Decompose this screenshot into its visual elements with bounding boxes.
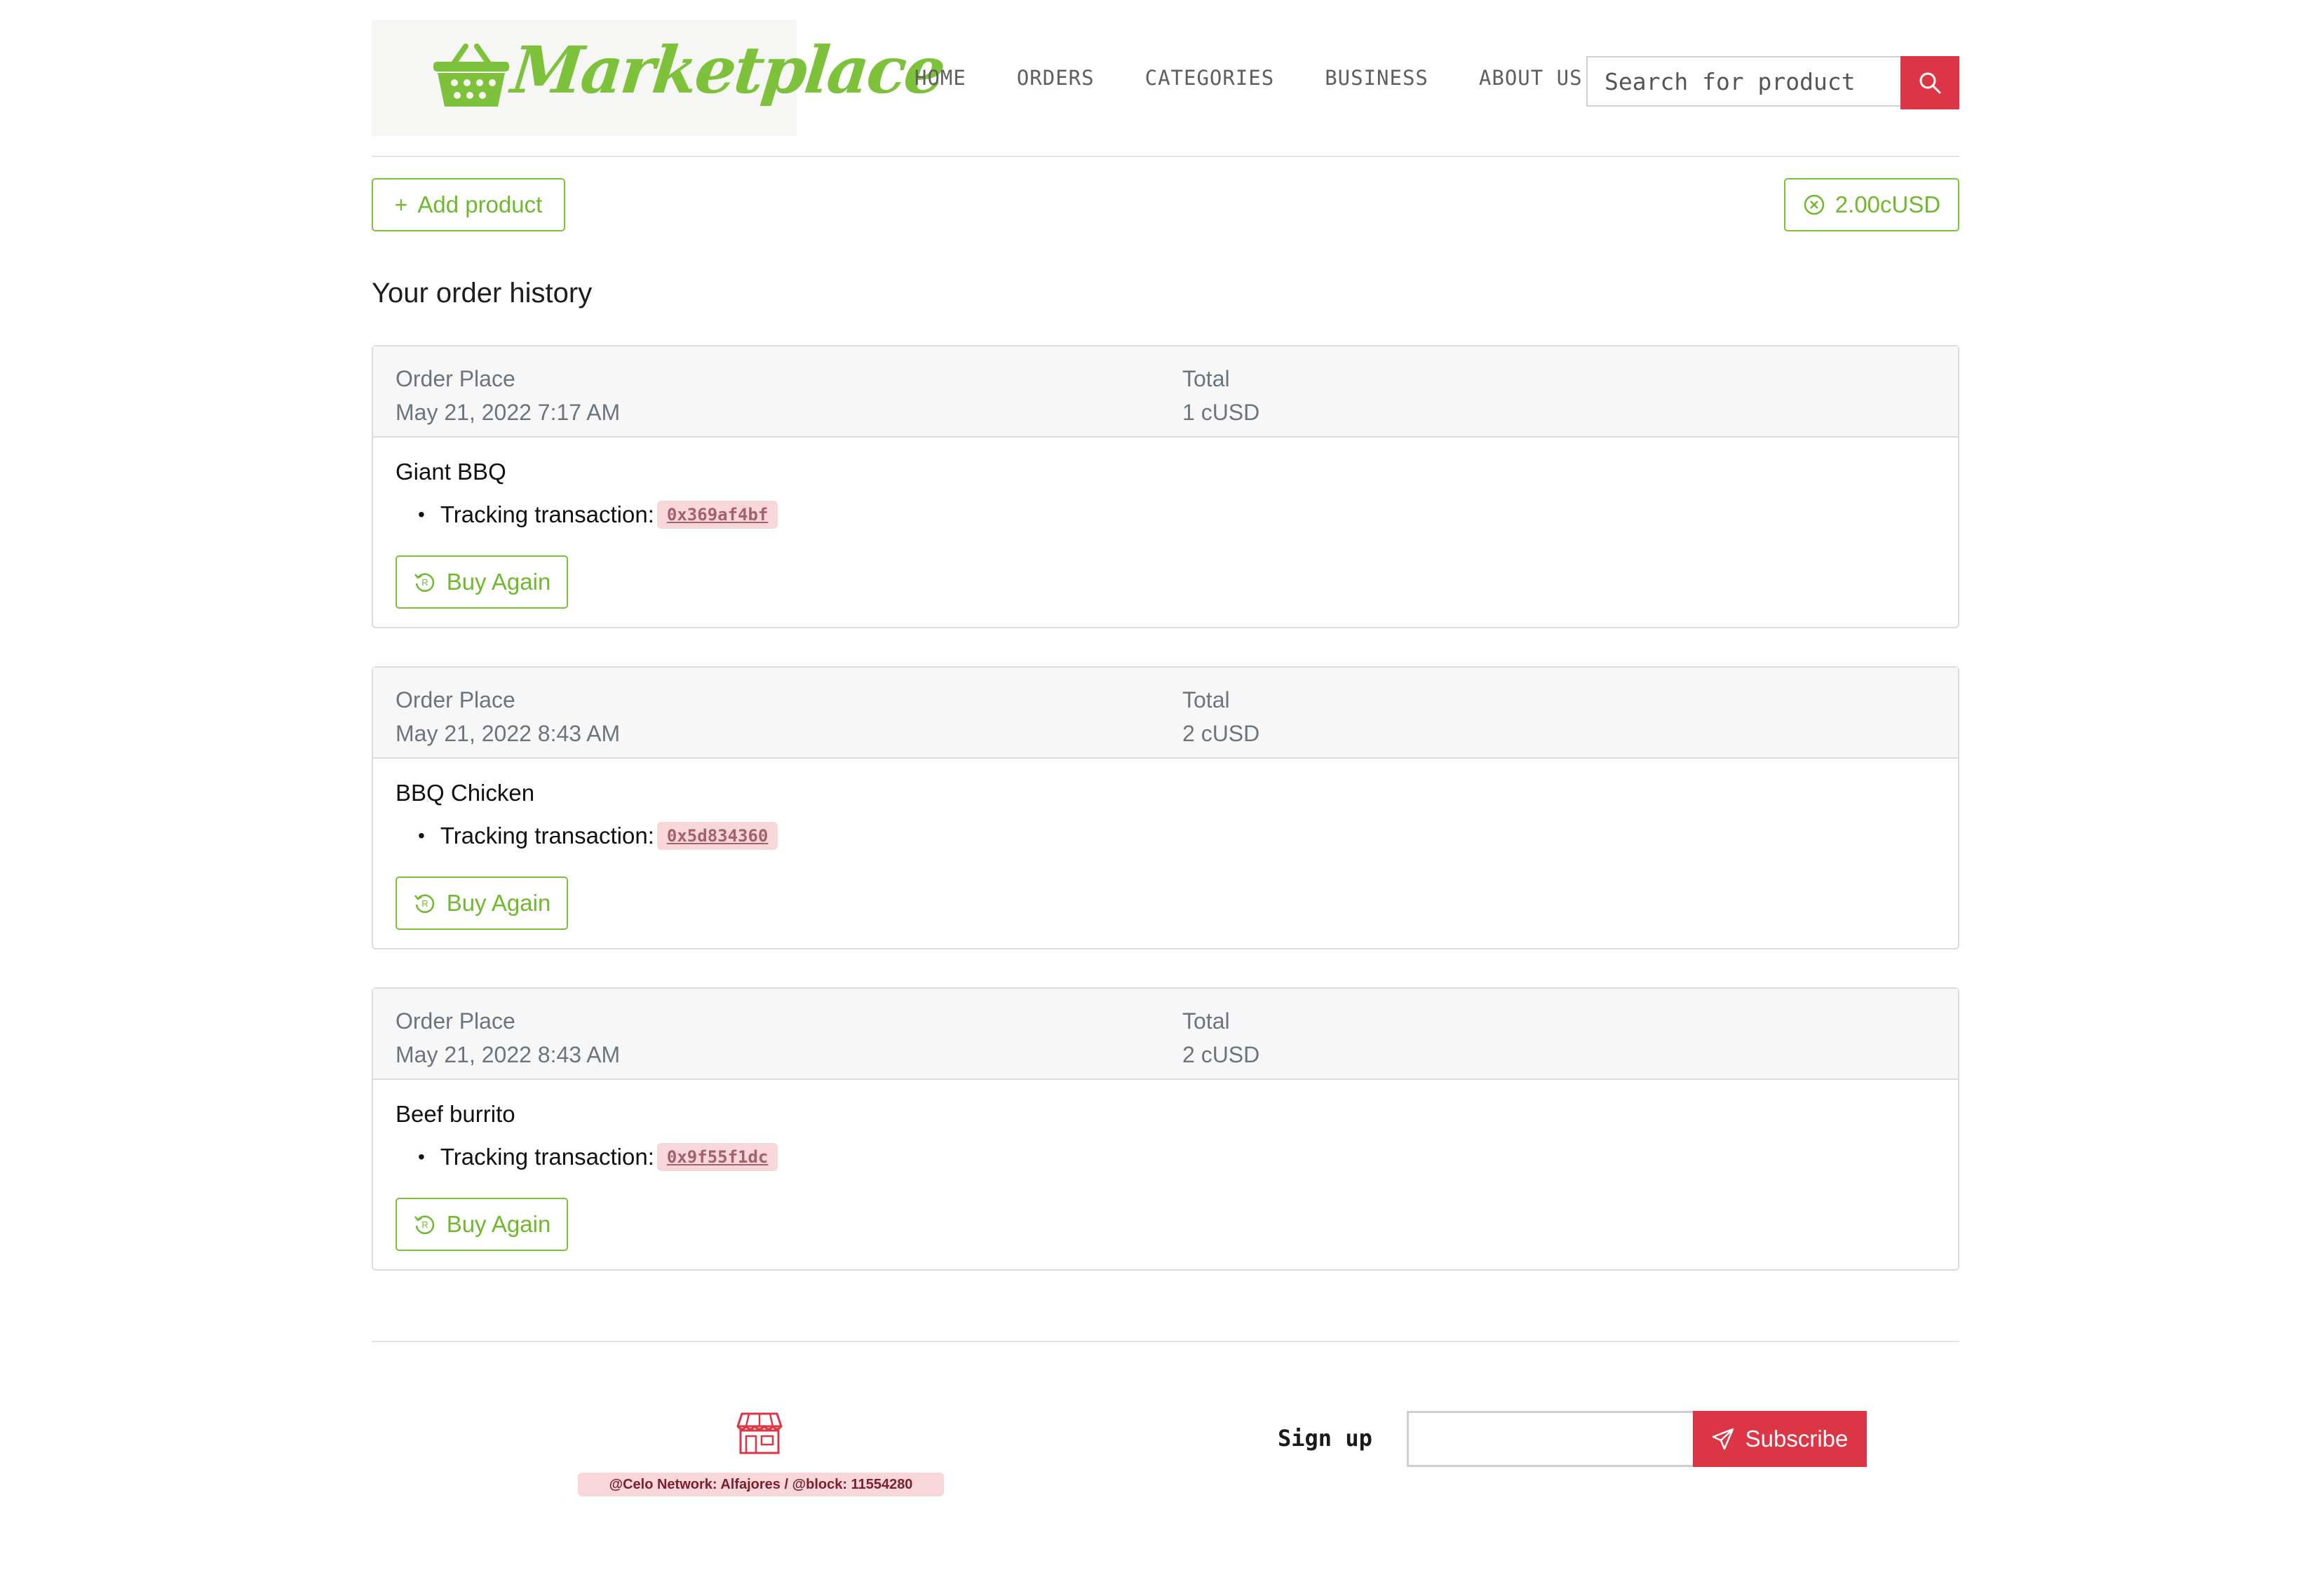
order-body: BBQ Chicken • Tracking transaction: 0x5d… <box>373 759 1958 948</box>
buy-again-label: Buy Again <box>446 1211 551 1237</box>
balance-label: 2.00cUSD <box>1835 191 1941 217</box>
buy-again-label: Buy Again <box>446 569 551 595</box>
send-icon <box>1712 1428 1734 1450</box>
add-product-label: Add product <box>417 191 543 217</box>
buy-again-button[interactable]: R Buy Again <box>396 877 568 930</box>
search-button[interactable] <box>1900 56 1959 109</box>
balance-button[interactable]: 2.00cUSD <box>1784 178 1959 231</box>
order-total: 2 cUSD <box>1182 721 1260 746</box>
product-name: Giant BBQ <box>396 459 506 485</box>
tracking-transaction-link[interactable]: 0x369af4bf <box>656 501 778 529</box>
order-date: May 21, 2022 7:17 AM <box>396 400 621 425</box>
order-place-col: Order Place May 21, 2022 7:17 AM <box>396 362 620 429</box>
header: Marketplace HOME ORDERS CATEGORIES BUSIN… <box>372 0 1959 157</box>
tracking-label: Tracking transaction: <box>440 1144 654 1170</box>
tracking-row: • Tracking transaction: 0x369af4bf <box>418 501 778 529</box>
nav-orders[interactable]: ORDERS <box>1017 66 1095 90</box>
buy-again-button[interactable]: R Buy Again <box>396 555 568 609</box>
reload-icon: R <box>414 573 434 592</box>
basket-icon <box>433 43 509 107</box>
order-header: Order Place May 21, 2022 7:17 AM Total 1… <box>373 346 1958 438</box>
order-date: May 21, 2022 8:43 AM <box>396 721 621 746</box>
order-card: Order Place May 21, 2022 7:17 AM Total 1… <box>372 345 1959 628</box>
order-card: Order Place May 21, 2022 8:43 AM Total 2… <box>372 666 1959 949</box>
tracking-label: Tracking transaction: <box>440 823 654 848</box>
logo[interactable]: Marketplace <box>372 20 947 136</box>
order-total-col: Total 1 cUSD <box>1182 362 1259 429</box>
search-icon <box>1919 72 1941 94</box>
order-total: 2 cUSD <box>1182 1042 1260 1067</box>
order-total-col: Total 2 cUSD <box>1182 1004 1259 1071</box>
order-body: Beef burrito • Tracking transaction: 0x9… <box>373 1080 1958 1269</box>
buy-again-button[interactable]: R Buy Again <box>396 1198 568 1251</box>
main-nav: HOME ORDERS CATEGORIES BUSINESS ABOUT US <box>914 66 1583 90</box>
order-total-label: Total <box>1182 366 1230 391</box>
tracking-transaction-link[interactable]: 0x9f55f1dc <box>656 1143 778 1171</box>
bullet: • <box>418 503 425 525</box>
subscribe-button[interactable]: Subscribe <box>1693 1411 1867 1467</box>
order-place-label: Order Place <box>396 366 515 391</box>
order-total-label: Total <box>1182 687 1230 712</box>
tracking-label: Tracking transaction: <box>440 501 654 527</box>
order-header: Order Place May 21, 2022 8:43 AM Total 2… <box>373 989 1958 1080</box>
order-place-col: Order Place May 21, 2022 8:43 AM <box>396 1004 620 1071</box>
search-bar <box>1586 56 1959 109</box>
logo-text: Marketplace <box>508 32 947 108</box>
footer-divider <box>372 1341 1959 1342</box>
order-total-label: Total <box>1182 1008 1230 1034</box>
product-name: BBQ Chicken <box>396 780 535 806</box>
tracking-transaction-link[interactable]: 0x5d834360 <box>656 822 778 850</box>
tracking-row: • Tracking transaction: 0x5d834360 <box>418 822 778 850</box>
order-place-col: Order Place May 21, 2022 8:43 AM <box>396 683 620 750</box>
bullet: • <box>418 825 425 846</box>
order-body: Giant BBQ • Tracking transaction: 0x369a… <box>373 438 1958 627</box>
close-circle-icon <box>1804 194 1825 215</box>
order-place-label: Order Place <box>396 1008 515 1034</box>
search-input[interactable] <box>1586 56 1900 107</box>
subscribe-label: Subscribe <box>1745 1426 1849 1452</box>
order-place-label: Order Place <box>396 687 515 712</box>
order-date: May 21, 2022 8:43 AM <box>396 1042 621 1067</box>
email-field[interactable] <box>1407 1411 1694 1467</box>
bullet: • <box>418 1146 425 1168</box>
add-product-button[interactable]: + Add product <box>372 178 565 231</box>
buy-again-label: Buy Again <box>446 890 551 916</box>
page-title: Your order history <box>372 278 593 309</box>
nav-about-us[interactable]: ABOUT US <box>1479 66 1583 90</box>
order-header: Order Place May 21, 2022 8:43 AM Total 2… <box>373 668 1958 759</box>
order-card: Order Place May 21, 2022 8:43 AM Total 2… <box>372 987 1959 1271</box>
nav-business[interactable]: BUSINESS <box>1325 66 1428 90</box>
tracking-row: • Tracking transaction: 0x9f55f1dc <box>418 1143 778 1171</box>
svg-text:R: R <box>421 898 428 909</box>
reload-icon: R <box>414 1215 434 1234</box>
reload-icon: R <box>414 894 434 913</box>
svg-text:R: R <box>421 1219 428 1230</box>
order-total: 1 cUSD <box>1182 400 1260 425</box>
network-badge: @Celo Network: Alfajores / @block: 11554… <box>578 1473 944 1496</box>
signup-label: Sign up <box>1278 1425 1372 1452</box>
product-name: Beef burrito <box>396 1101 515 1127</box>
order-total-col: Total 2 cUSD <box>1182 683 1259 750</box>
nav-home[interactable]: HOME <box>914 66 966 90</box>
store-icon <box>736 1412 783 1454</box>
svg-text:R: R <box>421 577 428 588</box>
plus-icon: + <box>394 191 408 217</box>
page: Marketplace HOME ORDERS CATEGORIES BUSIN… <box>372 0 1959 1496</box>
nav-categories[interactable]: CATEGORIES <box>1145 66 1275 90</box>
